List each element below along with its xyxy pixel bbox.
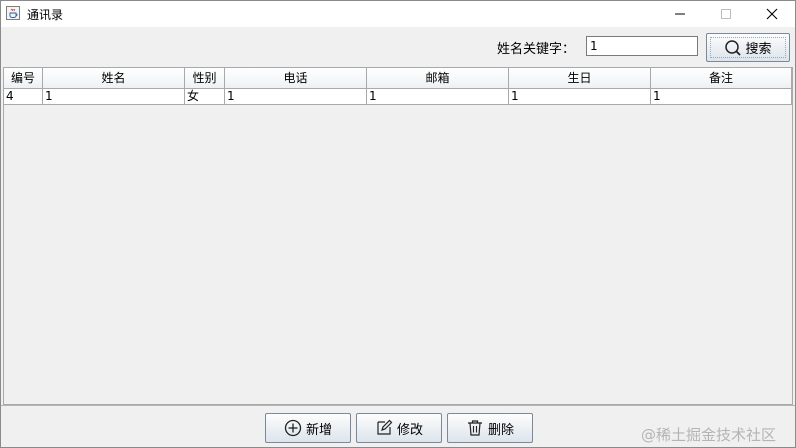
add-button-label: 新增 xyxy=(305,422,332,438)
close-button[interactable] xyxy=(749,1,795,27)
edit-button-label: 修改 xyxy=(396,422,423,438)
maximize-icon xyxy=(721,9,731,19)
column-header-id[interactable]: 编号 xyxy=(4,68,43,89)
title-bar: 通讯录 xyxy=(1,1,795,27)
search-label: 姓名关键字： xyxy=(497,42,576,57)
search-button[interactable]: 搜索 xyxy=(706,33,790,62)
cell-gender[interactable]: 女 xyxy=(185,89,225,105)
delete-button[interactable]: 删除 xyxy=(447,413,533,443)
column-header-note[interactable]: 备注 xyxy=(651,68,792,89)
edit-button[interactable]: 修改 xyxy=(356,413,442,443)
column-header-gender[interactable]: 性别 xyxy=(185,68,225,89)
window-title: 通讯录 xyxy=(27,8,64,22)
minimize-button[interactable] xyxy=(657,1,703,27)
cell-birthday[interactable]: 1 xyxy=(509,89,651,105)
cell-name[interactable]: 1 xyxy=(43,89,185,105)
column-header-birthday[interactable]: 生日 xyxy=(509,68,651,89)
pencil-icon xyxy=(377,419,393,435)
add-button[interactable]: 新增 xyxy=(265,413,351,443)
column-header-name[interactable]: 姓名 xyxy=(43,68,185,89)
cell-email[interactable]: 1 xyxy=(367,89,509,105)
focus-ring xyxy=(710,37,786,58)
search-input[interactable] xyxy=(586,36,698,56)
maximize-button[interactable] xyxy=(703,1,749,27)
trash-icon xyxy=(467,420,482,436)
delete-button-label: 删除 xyxy=(487,422,514,438)
column-header-email[interactable]: 邮箱 xyxy=(367,68,509,89)
contacts-table[interactable]: 编号 姓名 性别 电话 邮箱 生日 备注 4 1 女 1 1 1 1 xyxy=(3,67,793,405)
minimize-icon xyxy=(675,13,685,15)
java-app-icon xyxy=(6,6,20,20)
table-row[interactable]: 4 1 女 1 1 1 1 xyxy=(4,89,792,105)
column-header-phone[interactable]: 电话 xyxy=(225,68,367,89)
cell-phone[interactable]: 1 xyxy=(225,89,367,105)
app-window: 通讯录 姓名关键字： 搜索 编号 姓名 xyxy=(0,0,796,448)
plus-circle-icon xyxy=(284,419,302,437)
table-header: 编号 姓名 性别 电话 邮箱 生日 备注 xyxy=(4,68,792,89)
close-icon xyxy=(766,8,778,20)
watermark: @稀土掘金技术社区 xyxy=(641,426,777,444)
cell-id[interactable]: 4 xyxy=(4,89,43,105)
cell-note[interactable]: 1 xyxy=(651,89,792,105)
